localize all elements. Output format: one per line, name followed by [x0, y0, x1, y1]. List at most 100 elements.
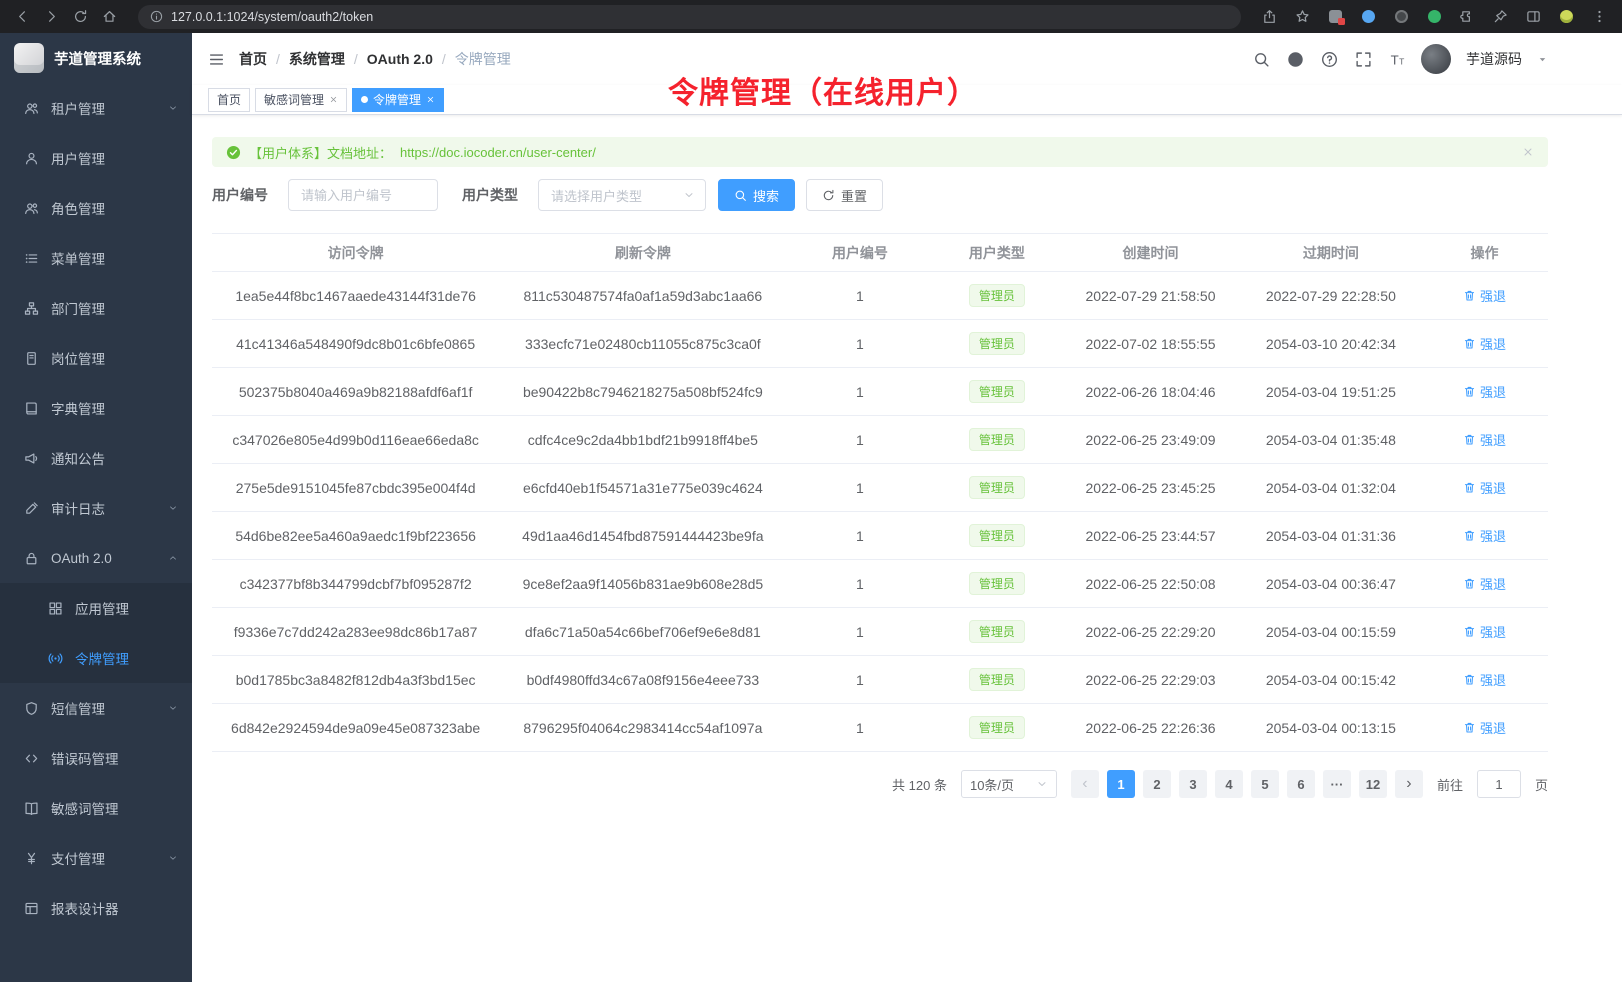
alert-close-icon[interactable]: [1522, 146, 1534, 158]
table-row: 6d842e2924594de9a09e45e087323abe8796295f…: [212, 704, 1548, 752]
breadcrumb-item[interactable]: OAuth 2.0: [367, 51, 433, 67]
user-type-badge: 管理员: [969, 716, 1025, 739]
breadcrumb-item[interactable]: 令牌管理: [455, 49, 511, 69]
next-page-button[interactable]: ›: [1395, 770, 1423, 798]
force-logout-button[interactable]: 强退: [1463, 382, 1506, 401]
forward-button[interactable]: [39, 4, 64, 29]
puzzle-icon[interactable]: [1455, 4, 1480, 29]
user-type-cell: 管理员: [933, 608, 1060, 656]
sidebar-item-dict[interactable]: 字典管理: [0, 383, 192, 433]
share-icon[interactable]: [1257, 4, 1282, 29]
force-logout-button[interactable]: 强退: [1463, 334, 1506, 353]
access-token-cell: c342377bf8b344799dcbf7bf095287f2: [212, 560, 499, 608]
user-id-cell: 1: [786, 704, 933, 752]
sidebar-item-user[interactable]: 用户管理: [0, 133, 192, 183]
ext-dark-icon[interactable]: [1389, 4, 1414, 29]
page-button-3[interactable]: 3: [1179, 770, 1207, 798]
page-button-6[interactable]: 6: [1287, 770, 1315, 798]
force-logout-button[interactable]: 强退: [1463, 718, 1506, 737]
shield-icon: [24, 701, 39, 716]
caret-down-icon[interactable]: [1537, 54, 1548, 65]
create-time-cell: 2022-07-29 21:58:50: [1060, 272, 1240, 320]
more-icon[interactable]: [1587, 4, 1612, 29]
lock-icon: [24, 551, 39, 566]
sidebar-item-audit-log[interactable]: 审计日志: [0, 483, 192, 533]
expire-time-cell: 2054-03-04 00:36:47: [1241, 560, 1421, 608]
url-bar[interactable]: 127.0.0.1:1024/system/oauth2/token: [138, 5, 1241, 29]
back-button[interactable]: [10, 4, 35, 29]
user-type-select[interactable]: 请选择用户类型: [538, 179, 706, 211]
ext-blue-icon[interactable]: [1356, 4, 1381, 29]
force-logout-button[interactable]: 强退: [1463, 478, 1506, 497]
search-icon[interactable]: [1253, 51, 1270, 68]
sidebar-item-post[interactable]: 岗位管理: [0, 333, 192, 383]
force-logout-button[interactable]: 强退: [1463, 670, 1506, 689]
sidebar-item-error-code[interactable]: 错误码管理: [0, 733, 192, 783]
pagination-pages: ‹123456···12›: [1071, 770, 1423, 798]
sidebar-item-role[interactable]: 角色管理: [0, 183, 192, 233]
page-button-4[interactable]: 4: [1215, 770, 1243, 798]
menu-fold-icon[interactable]: [208, 51, 225, 68]
force-logout-button[interactable]: 强退: [1463, 574, 1506, 593]
close-icon[interactable]: [329, 95, 338, 104]
sidebar-item-oauth2[interactable]: OAuth 2.0: [0, 533, 192, 583]
sidebar-item-label: 审计日志: [51, 498, 156, 518]
tab-home[interactable]: 首页: [208, 88, 250, 112]
user-id-input[interactable]: [288, 179, 438, 211]
alert-doc-link[interactable]: https://doc.iocoder.cn/user-center/: [400, 145, 596, 160]
users-icon: [24, 101, 39, 116]
sidebar-item-dept[interactable]: 部门管理: [0, 283, 192, 333]
star-icon[interactable]: [1290, 4, 1315, 29]
force-logout-button[interactable]: 强退: [1463, 622, 1506, 641]
goto-page-input[interactable]: [1477, 770, 1521, 798]
page-size-select[interactable]: 10条/页: [961, 770, 1057, 798]
page-button-12[interactable]: 12: [1359, 770, 1387, 798]
col-refresh-token: 刷新令牌: [499, 234, 786, 272]
fullscreen-icon[interactable]: [1355, 51, 1372, 68]
side-panel-icon[interactable]: [1521, 4, 1546, 29]
font-size-icon[interactable]: TT: [1389, 51, 1406, 68]
user-avatar[interactable]: [1421, 44, 1451, 74]
force-logout-button[interactable]: 强退: [1463, 286, 1506, 305]
page-button-2[interactable]: 2: [1143, 770, 1171, 798]
breadcrumb-item[interactable]: 首页: [239, 49, 267, 69]
table-row: 1ea5e44f8bc1467aaede43144f31de76811c5304…: [212, 272, 1548, 320]
page-button-5[interactable]: 5: [1251, 770, 1279, 798]
breadcrumb-item[interactable]: 系统管理: [289, 49, 345, 69]
user-id-cell: 1: [786, 560, 933, 608]
sidebar-item-label: 通知公告: [51, 448, 178, 468]
sidebar-item-pay[interactable]: 支付管理: [0, 833, 192, 883]
app-logo[interactable]: 芋道管理系统: [0, 33, 192, 83]
sidebar-item-tenant[interactable]: 租户管理: [0, 83, 192, 133]
tab-token[interactable]: 令牌管理: [352, 88, 444, 112]
sidebar-item-menu[interactable]: 菜单管理: [0, 233, 192, 283]
ext-green-icon[interactable]: [1422, 4, 1447, 29]
sidebar-item-oauth2-app[interactable]: 应用管理: [0, 583, 192, 633]
sidebar-item-oauth2-token[interactable]: 令牌管理: [0, 633, 192, 683]
close-icon[interactable]: [426, 95, 435, 104]
home-button[interactable]: [97, 4, 122, 29]
browser-nav: [10, 4, 122, 29]
site-info-icon[interactable]: [150, 10, 163, 23]
sidebar-item-sensitive-word[interactable]: 敏感词管理: [0, 783, 192, 833]
sidebar-item-report[interactable]: 报表设计器: [0, 883, 192, 933]
ext-red-badge-icon[interactable]: [1323, 4, 1348, 29]
page-ellipsis[interactable]: ···: [1323, 770, 1351, 798]
user-name[interactable]: 芋道源码: [1466, 49, 1522, 69]
pin-icon[interactable]: [1488, 4, 1513, 29]
question-icon[interactable]: [1321, 51, 1338, 68]
reset-button[interactable]: 重置: [806, 179, 883, 211]
prev-page-button[interactable]: ‹: [1071, 770, 1099, 798]
reload-button[interactable]: [68, 4, 93, 29]
github-icon[interactable]: [1287, 51, 1304, 68]
page-button-1[interactable]: 1: [1107, 770, 1135, 798]
force-logout-button[interactable]: 强退: [1463, 430, 1506, 449]
sidebar-item-notice[interactable]: 通知公告: [0, 433, 192, 483]
force-logout-button[interactable]: 强退: [1463, 526, 1506, 545]
trash-icon: [1463, 289, 1476, 302]
profile-icon[interactable]: [1554, 4, 1579, 29]
search-button[interactable]: 搜索: [718, 179, 795, 211]
tab-sensitive-word[interactable]: 敏感词管理: [255, 88, 347, 112]
sidebar-item-sms[interactable]: 短信管理: [0, 683, 192, 733]
user-type-badge: 管理员: [969, 668, 1025, 691]
